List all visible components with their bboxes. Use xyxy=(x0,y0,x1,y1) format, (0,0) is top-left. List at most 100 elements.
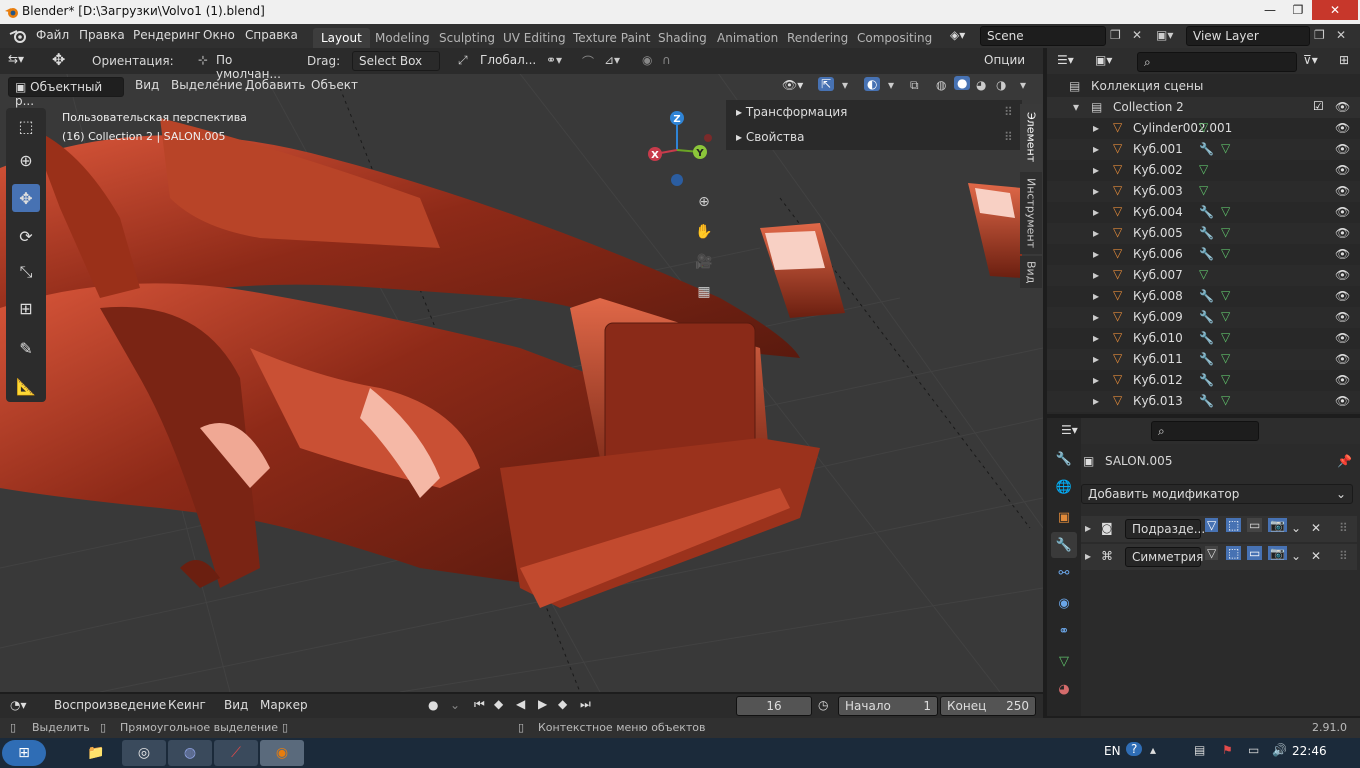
navigation-gizmo[interactable]: Z X Y xyxy=(640,108,720,188)
render-toggle-icon[interactable]: 📷 xyxy=(1268,518,1287,532)
eye-icon[interactable]: 👁 xyxy=(1335,142,1350,156)
measure-tool-icon[interactable]: 📐 xyxy=(12,372,40,400)
move-tool-icon[interactable]: ✥ xyxy=(52,50,65,69)
outliner-item[interactable]: ▸ ▽ Куб.005 🔧 ▽ 👁 xyxy=(1047,223,1360,244)
zoom-icon[interactable]: ⊕ xyxy=(692,190,716,214)
add-menu[interactable]: Добавить xyxy=(245,78,305,92)
marker-menu[interactable]: Маркер xyxy=(260,698,308,712)
playback-menu[interactable]: Воспроизведение xyxy=(48,696,166,716)
tab-tool[interactable]: Инструмент xyxy=(1020,172,1042,254)
play-icon[interactable]: ▶ xyxy=(538,697,547,711)
outliner-item[interactable]: ▸ ▽ Куб.013 🔧 ▽ 👁 xyxy=(1047,391,1360,412)
mesh-data-icon[interactable]: ▽ xyxy=(1221,204,1230,218)
expand-arrow-icon[interactable]: ▸ xyxy=(1093,247,1099,261)
eye-icon[interactable]: 👁 xyxy=(1335,310,1350,324)
clock-label[interactable]: 22:46 xyxy=(1292,744,1327,758)
expand-arrow-icon[interactable]: ▸ xyxy=(1093,226,1099,240)
tab-shading[interactable]: Shading xyxy=(650,28,715,48)
jump-start-icon[interactable]: ⏮ xyxy=(474,697,485,712)
timeline-view-menu[interactable]: Вид xyxy=(224,698,248,712)
keying-menu[interactable]: Кеинг xyxy=(162,696,218,716)
modifier-wrench-icon[interactable]: 🔧 xyxy=(1199,310,1214,324)
drag-handle-icon[interactable]: ⠿ xyxy=(1339,549,1348,563)
tray-expand-icon[interactable]: ▴ xyxy=(1150,743,1156,757)
next-keyframe-icon[interactable]: ◆ xyxy=(558,697,567,711)
drag-handle-icon[interactable]: ⠿ xyxy=(1004,130,1013,144)
chrome-taskbar-icon[interactable]: ◎ xyxy=(122,740,166,766)
flag-tray-icon[interactable]: ⚑ xyxy=(1222,743,1233,757)
tab-tool-icon[interactable]: 🔧 xyxy=(1051,446,1077,472)
render-toggle-icon[interactable]: 📷 xyxy=(1268,546,1287,560)
eye-icon[interactable]: 👁 xyxy=(1335,352,1350,366)
modifier-wrench-icon[interactable]: 🔧 xyxy=(1199,352,1214,366)
eye-icon[interactable]: 👁 xyxy=(1335,289,1350,303)
ortho-grid-icon[interactable]: ▦ xyxy=(692,280,716,304)
tab-constraints-icon[interactable]: ⚭ xyxy=(1051,618,1077,644)
eye-icon[interactable]: 👁 xyxy=(1335,205,1350,219)
gizmo-toggle-icon[interactable]: ⇱ xyxy=(818,77,835,91)
remove-modifier-icon[interactable]: ✕ xyxy=(1311,521,1321,535)
mesh-data-icon[interactable]: ▽ xyxy=(1221,225,1230,239)
outliner-item[interactable]: ▸ ▽ Куб.008 🔧 ▽ 👁 xyxy=(1047,286,1360,307)
expand-arrow-icon[interactable]: ▸ xyxy=(1093,184,1099,198)
shading-dropdown-icon[interactable]: ▾ xyxy=(1020,78,1026,92)
mesh-data-icon[interactable]: ▽ xyxy=(1221,372,1230,386)
tab-material-icon[interactable]: ◕ xyxy=(1051,676,1077,702)
select-menu[interactable]: Выделение xyxy=(171,78,242,92)
menu-window[interactable]: Окно xyxy=(203,28,235,42)
copy-scene-icon[interactable]: ❐ xyxy=(1110,28,1121,42)
network-tray-icon[interactable]: ▤ xyxy=(1194,743,1205,757)
options-dropdown[interactable]: Опции xyxy=(978,51,1038,71)
xray-toggle-icon[interactable]: ⧉ xyxy=(910,78,919,93)
modifier-wrench-icon[interactable]: 🔧 xyxy=(1199,394,1214,408)
maximize-button[interactable]: ❐ xyxy=(1284,0,1312,20)
eye-icon[interactable]: 👁 xyxy=(1335,247,1350,261)
scene-collection-row[interactable]: ▤ Коллекция сцены xyxy=(1047,76,1360,97)
tab-texture-paint[interactable]: Texture Paint xyxy=(565,28,658,48)
modifier-wrench-icon[interactable]: 🔧 xyxy=(1199,142,1214,156)
active-tool-icon[interactable]: ⇆▾ xyxy=(8,52,24,66)
prev-keyframe-icon[interactable]: ◆ xyxy=(494,697,503,711)
tab-sculpting[interactable]: Sculpting xyxy=(431,28,503,48)
expand-arrow-icon[interactable]: ▸ xyxy=(1093,352,1099,366)
expand-arrow-icon[interactable]: ▸ xyxy=(1093,268,1099,282)
delete-view-layer-icon[interactable]: ✕ xyxy=(1336,28,1346,42)
scene-type-icon[interactable]: ◈▾ xyxy=(950,28,965,42)
eye-icon[interactable]: 👁 xyxy=(1335,394,1350,408)
tab-modeling[interactable]: Modeling xyxy=(367,28,438,48)
volume-tray-icon[interactable]: 🔊 xyxy=(1272,743,1287,757)
pan-hand-icon[interactable]: ✋ xyxy=(692,220,716,244)
remove-modifier-icon[interactable]: ✕ xyxy=(1311,549,1321,563)
language-indicator[interactable]: EN xyxy=(1104,744,1121,758)
expand-arrow-icon[interactable]: ▸ xyxy=(1093,121,1099,135)
scene-field[interactable]: Scene xyxy=(980,26,1106,46)
transform-space-dropdown[interactable]: Глобал... xyxy=(474,51,540,71)
modifier-wrench-icon[interactable]: 🔧 xyxy=(1199,226,1214,240)
shading-rendered-icon[interactable]: ◑ xyxy=(996,78,1006,92)
eye-icon[interactable]: 👁 xyxy=(1335,331,1350,345)
explorer-taskbar-icon[interactable]: 📁 xyxy=(74,740,118,766)
outliner-item[interactable]: ▸ ▽ Куб.003 ▽ 👁 xyxy=(1047,181,1360,202)
start-frame-field[interactable]: Начало 1 xyxy=(838,696,938,716)
cage-toggle-icon[interactable]: ⬚ xyxy=(1226,518,1242,532)
edit-mode-toggle-icon[interactable]: ▽ xyxy=(1205,518,1219,532)
close-window-button[interactable]: ✕ xyxy=(1312,0,1358,20)
drag-dropdown[interactable]: Select Box xyxy=(352,51,440,71)
outliner-item[interactable]: ▸ ▽ Куб.011 🔧 ▽ 👁 xyxy=(1047,349,1360,370)
move-tool-button-icon[interactable]: ✥ xyxy=(12,184,40,212)
collection-row[interactable]: ▾ ▤ Collection 2 ☑ 👁 xyxy=(1047,97,1360,118)
mesh-data-icon[interactable]: ▽ xyxy=(1221,309,1230,323)
snap-target-icon[interactable]: ⊿▾ xyxy=(604,53,620,67)
mesh-data-icon[interactable]: ▽ xyxy=(1199,267,1208,281)
realtime-toggle-icon[interactable]: ▭ xyxy=(1247,546,1263,560)
properties-search-input[interactable]: ⌕ xyxy=(1151,421,1259,441)
add-modifier-dropdown[interactable]: Добавить модификатор ⌄ xyxy=(1081,484,1353,504)
mesh-data-icon[interactable]: ▽ xyxy=(1221,330,1230,344)
eye-icon[interactable]: 👁 xyxy=(1335,100,1350,114)
chevron-down-icon[interactable]: ⌄ xyxy=(1291,549,1301,563)
properties-panel-header[interactable]: ▸ Свойства xyxy=(736,130,804,144)
expand-arrow-icon[interactable]: ▸ xyxy=(1093,394,1099,408)
mesh-data-icon[interactable]: ▽ xyxy=(1199,120,1208,134)
discord-taskbar-icon[interactable]: ◍ xyxy=(168,740,212,766)
pivot-point-icon[interactable]: ⚭▾ xyxy=(546,53,562,67)
